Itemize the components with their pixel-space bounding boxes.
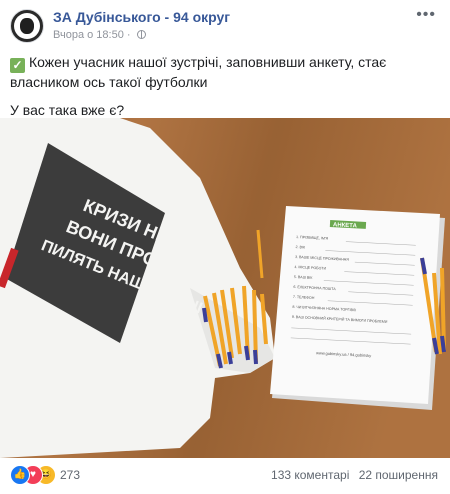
like-reaction-icon: 👍 [10,465,30,485]
post-header: ЗА Дубінського - 94 округ Вчора о 18:50 … [0,0,450,44]
comments-count-link[interactable]: 133 коментарі [271,468,349,482]
pen-cap [253,349,258,365]
post-meta: Вчора о 18:50 · [53,29,146,41]
post-text-line-1: ✓ Кожен учасник нашої зустрічі, заповнивш… [10,53,438,91]
pen-cap [202,307,208,323]
post-text-line-1-content: Кожен учасник нашої зустрічі, заповнивши… [10,54,387,90]
avatar-face [20,18,34,34]
photo-illustration: КРИЗИ НЕМАЄ, ВОНИ ПРОСТО ПИЛЯТЬ НАШІ ГРО… [0,118,450,458]
more-options-icon[interactable]: ••• [416,6,436,24]
page-avatar[interactable] [10,9,44,43]
reaction-count[interactable]: 273 [60,468,80,482]
check-mark-icon: ✓ [10,58,25,73]
pen-cap [227,351,233,365]
post-text-line-2: У вас така вже є? [10,102,125,118]
post-stats: 133 коментарі 22 поширення [265,468,438,482]
meta-separator: · [126,29,134,41]
page-name-link[interactable]: ЗА Дубінського - 94 округ [53,9,230,25]
post-photo[interactable]: КРИЗИ НЕМАЄ, ВОНИ ПРОСТО ПИЛЯТЬ НАШІ ГРО… [0,118,450,458]
post-time[interactable]: Вчора о 18:50 [53,29,124,41]
post-footer: 👍 ♥ 😆 273 133 коментарі 22 поширення [0,458,450,494]
form-field-2: 2. ВІК [295,245,306,250]
globe-icon[interactable] [136,30,146,39]
pen-cap [440,335,446,353]
shares-count-link[interactable]: 22 поширення [359,468,438,482]
pen-cap [244,345,250,361]
